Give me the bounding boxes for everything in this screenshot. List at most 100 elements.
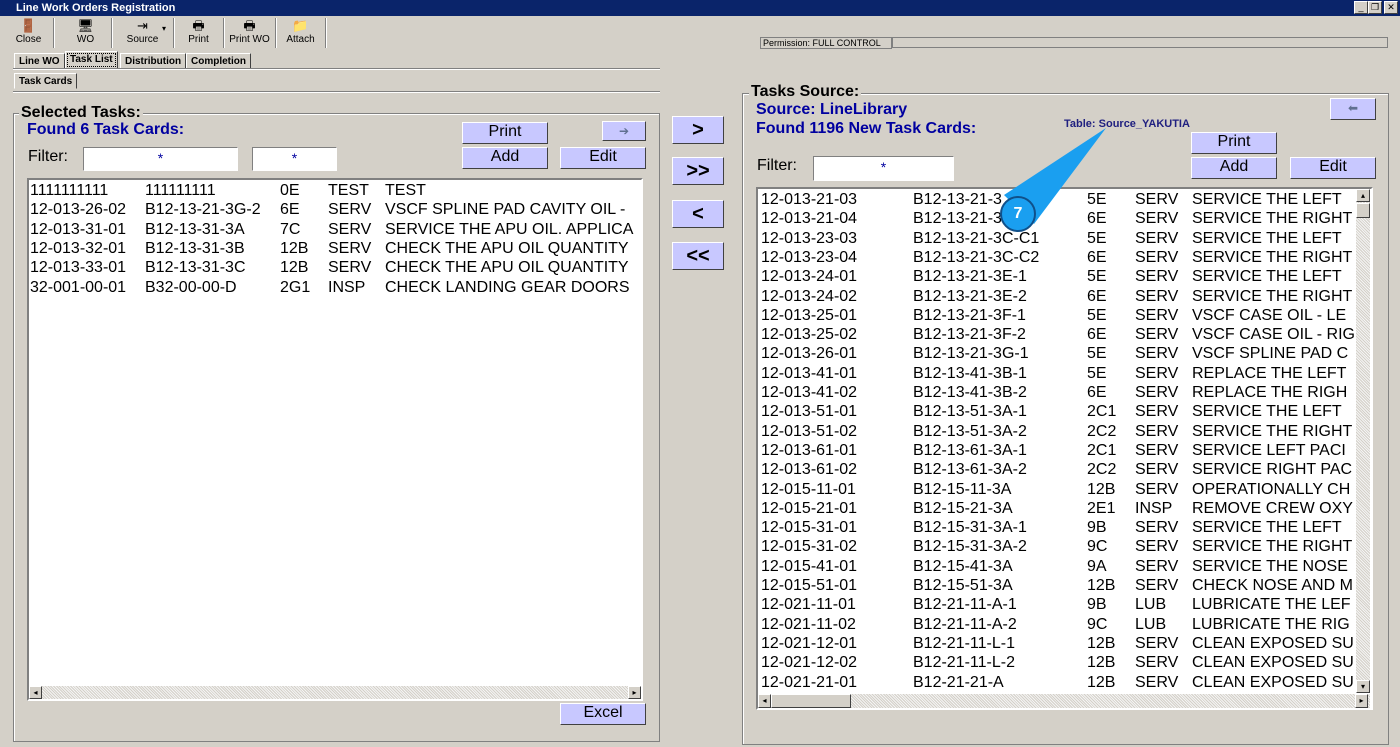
permission-status: Permission: FULL CONTROL xyxy=(760,37,892,49)
attach-button[interactable]: 📁 Attach xyxy=(276,18,326,48)
table-row[interactable]: 12-013-61-01 B12-13-61-3A-1 2C1 SERV SERVICE… xyxy=(758,441,1371,460)
zone-cell: 6E xyxy=(1087,248,1107,266)
close-button[interactable]: 🚪 Close xyxy=(4,18,54,48)
table-row[interactable]: 12-015-31-02 B12-15-31-3A-2 9C SERV SERVICE … xyxy=(758,537,1371,556)
table-row[interactable]: 12-015-51-01 B12-15-51-3A 12B SERV CHECK NOS… xyxy=(758,576,1371,595)
scroll-up-icon[interactable]: ▴ xyxy=(1356,189,1370,202)
description-cell: VSCF CASE OIL - LE xyxy=(1192,306,1347,324)
table-row[interactable]: 12-015-41-01 B12-15-41-3A 9A SERV SERVICE TH… xyxy=(758,557,1371,576)
restore-button[interactable]: ❐ xyxy=(1368,1,1382,14)
source-filter-input[interactable]: * xyxy=(813,156,954,181)
zone-cell: 5E xyxy=(1087,345,1107,363)
card-number-cell: B12-15-51-3A xyxy=(913,577,1013,594)
scroll-left-icon[interactable]: ◂ xyxy=(29,686,42,699)
description-cell: REMOVE CREW OXY xyxy=(1192,499,1353,517)
scroll-left-icon[interactable]: ◂ xyxy=(758,694,771,708)
task-number-cell: 12-013-25-02 xyxy=(761,326,858,344)
table-row[interactable]: 12-013-33-01 B12-13-31-3C 12B SERV CHECK THE… xyxy=(29,258,641,277)
print-source-button[interactable]: Print xyxy=(1191,132,1277,154)
table-row[interactable]: 12-013-24-02 B12-13-21-3E-2 6E SERV SERVICE … xyxy=(758,287,1371,306)
table-row[interactable]: 12-013-26-01 B12-13-21-3G-1 5E SERV VSCF SPL… xyxy=(758,344,1371,363)
description-cell: CHECK THE APU OIL QUANTITY xyxy=(385,259,629,277)
scroll-right-icon[interactable]: ▸ xyxy=(628,686,641,699)
table-row[interactable]: 12-015-31-01 B12-15-31-3A-1 9B SERV SERVICE … xyxy=(758,518,1371,537)
table-row[interactable]: 12-013-24-01 B12-13-21-3E-1 5E SERV SERVICE … xyxy=(758,267,1371,286)
selected-tasks-list[interactable]: 1111111111 111111111 0E TEST TEST 12-013-26-0… xyxy=(27,178,643,701)
arrow-left-button[interactable]: ⬅ xyxy=(1330,98,1376,120)
table-row[interactable]: 12-013-26-02 B12-13-21-3G-2 6E SERV VSCF SPL… xyxy=(29,200,641,219)
print-button[interactable]: 🖶 Print xyxy=(174,18,224,48)
scroll-thumb[interactable] xyxy=(1356,203,1370,218)
remove-one-button[interactable]: < xyxy=(672,200,724,228)
task-number-cell: 12-013-21-03 xyxy=(761,191,858,208)
scroll-thumb[interactable] xyxy=(771,694,851,708)
source-tasks-list[interactable]: 12-013-21-03 B12-13-21-3 5E SERV SERVICE THE… xyxy=(756,187,1373,710)
tab-completion[interactable]: Completion xyxy=(186,53,251,69)
print-selected-button[interactable]: Print xyxy=(462,122,548,144)
table-row[interactable]: 12-013-51-01 B12-13-51-3A-1 2C1 SERV SERVICE… xyxy=(758,402,1371,421)
table-row[interactable]: 12-013-25-01 B12-13-21-3F-1 5E SERV VSCF CAS… xyxy=(758,306,1371,325)
filter-input-1[interactable]: * xyxy=(83,147,238,171)
source-horizontal-scrollbar[interactable]: ◂ ▸ xyxy=(758,694,1370,708)
wo-button[interactable]: 🖥 WO xyxy=(60,18,112,48)
card-number-cell: B12-13-21-3F-2 xyxy=(913,326,1026,344)
tab-line-wo[interactable]: Line WO xyxy=(14,53,65,69)
table-row[interactable]: 12-015-11-01 B12-15-11-3A 12B SERV OPERATION… xyxy=(758,480,1371,499)
table-row[interactable]: 12-021-21-01 B12-21-21-A 12B SERV CLEAN EXPO… xyxy=(758,673,1371,692)
table-row[interactable]: 12-021-12-02 B12-21-11-L-2 12B SERV CLEAN EX… xyxy=(758,653,1371,672)
source-button[interactable]: ⇥ Source ▾ xyxy=(112,18,174,48)
add-source-button[interactable]: Add xyxy=(1191,157,1277,179)
horizontal-scrollbar[interactable]: ◂ ▸ xyxy=(29,686,641,699)
edit-selected-button[interactable]: Edit xyxy=(560,147,646,169)
zone-cell: 12B xyxy=(1087,480,1116,498)
tab-task-list[interactable]: Task List xyxy=(65,51,118,69)
filter-input-2[interactable]: * xyxy=(252,147,337,171)
table-row[interactable]: 12-013-41-02 B12-13-41-3B-2 6E SERV REPLACE … xyxy=(758,383,1371,402)
minimize-button[interactable]: _ xyxy=(1354,1,1368,14)
print-wo-button[interactable]: 🖶 Print WO xyxy=(224,18,276,48)
description-cell: REPLACE THE RIGH xyxy=(1192,384,1348,401)
table-row[interactable]: 12-015-21-01 B12-15-21-3A 2E1 INSP REMOVE CR… xyxy=(758,499,1371,518)
zone-cell: 12B xyxy=(1087,577,1116,594)
card-number-cell: B12-21-11-L-2 xyxy=(913,654,1015,672)
table-row[interactable]: 12-013-32-01 B12-13-31-3B 12B SERV CHECK THE… xyxy=(29,239,641,258)
vertical-scrollbar[interactable]: ▴ ▾ xyxy=(1356,189,1370,693)
add-all-button[interactable]: >> xyxy=(672,157,724,185)
table-row[interactable]: 12-021-11-01 B12-21-11-A-1 9B LUB LUBRICATE … xyxy=(758,595,1371,614)
table-row[interactable]: 12-013-61-02 B12-13-61-3A-2 2C2 SERV SERVICE… xyxy=(758,460,1371,479)
arrow-right-button[interactable]: ➔ xyxy=(602,121,646,141)
add-one-button[interactable]: > xyxy=(672,116,724,144)
task-number-cell: 12-013-61-01 xyxy=(761,441,858,459)
card-number-cell: 111111111 xyxy=(145,182,216,199)
scroll-right-icon[interactable]: ▸ xyxy=(1355,694,1368,708)
edit-source-button[interactable]: Edit xyxy=(1290,157,1376,179)
close-window-button[interactable]: ✕ xyxy=(1384,1,1398,14)
add-selected-button[interactable]: Add xyxy=(462,147,548,169)
remove-all-button[interactable]: << xyxy=(672,242,724,270)
zone-cell: 2E1 xyxy=(1087,499,1116,517)
excel-button[interactable]: Excel xyxy=(560,703,646,725)
task-number-cell: 12-013-32-01 xyxy=(30,239,127,257)
zone-cell: 5E xyxy=(1087,268,1107,286)
task-number-cell: 12-015-21-01 xyxy=(761,499,858,517)
table-row[interactable]: 12-013-23-04 B12-13-21-3C-C2 6E SERV SERVICE… xyxy=(758,248,1371,267)
table-row[interactable]: 32-001-00-01 B32-00-00-D 2G1 INSP CHECK LAND… xyxy=(29,278,641,297)
table-row[interactable]: 1111111111 111111111 0E TEST TEST xyxy=(29,181,641,200)
task-number-cell: 12-021-11-01 xyxy=(761,596,856,614)
table-row[interactable]: 12-021-11-02 B12-21-11-A-2 9C LUB LUBRICATE … xyxy=(758,615,1371,634)
description-cell: CHECK LANDING GEAR DOORS xyxy=(385,278,630,296)
tab-distribution[interactable]: Distribution xyxy=(120,53,187,69)
dropdown-arrow-icon[interactable]: ▾ xyxy=(162,24,166,33)
tab-task-cards[interactable]: Task Cards xyxy=(14,73,78,89)
task-number-cell: 12-013-61-02 xyxy=(761,461,858,479)
table-row[interactable]: 12-013-25-02 B12-13-21-3F-2 6E SERV VSCF CAS… xyxy=(758,325,1371,344)
table-row[interactable]: 12-013-41-01 B12-13-41-3B-1 5E SERV REPLACE … xyxy=(758,364,1371,383)
task-number-cell: 32-001-00-01 xyxy=(30,278,127,296)
description-cell: SERVICE THE APU OIL. APPLICA xyxy=(385,220,634,238)
table-row[interactable]: 12-021-12-01 B12-21-11-L-1 12B SERV CLEAN EX… xyxy=(758,634,1371,653)
scroll-down-icon[interactable]: ▾ xyxy=(1356,680,1370,693)
table-row[interactable]: 12-013-51-02 B12-13-51-3A-2 2C2 SERV SERVICE… xyxy=(758,422,1371,441)
status-panel xyxy=(892,37,1388,48)
zone-cell: 9B xyxy=(1087,596,1107,614)
table-row[interactable]: 12-013-31-01 B12-13-31-3A 7C SERV SERVICE TH… xyxy=(29,220,641,239)
